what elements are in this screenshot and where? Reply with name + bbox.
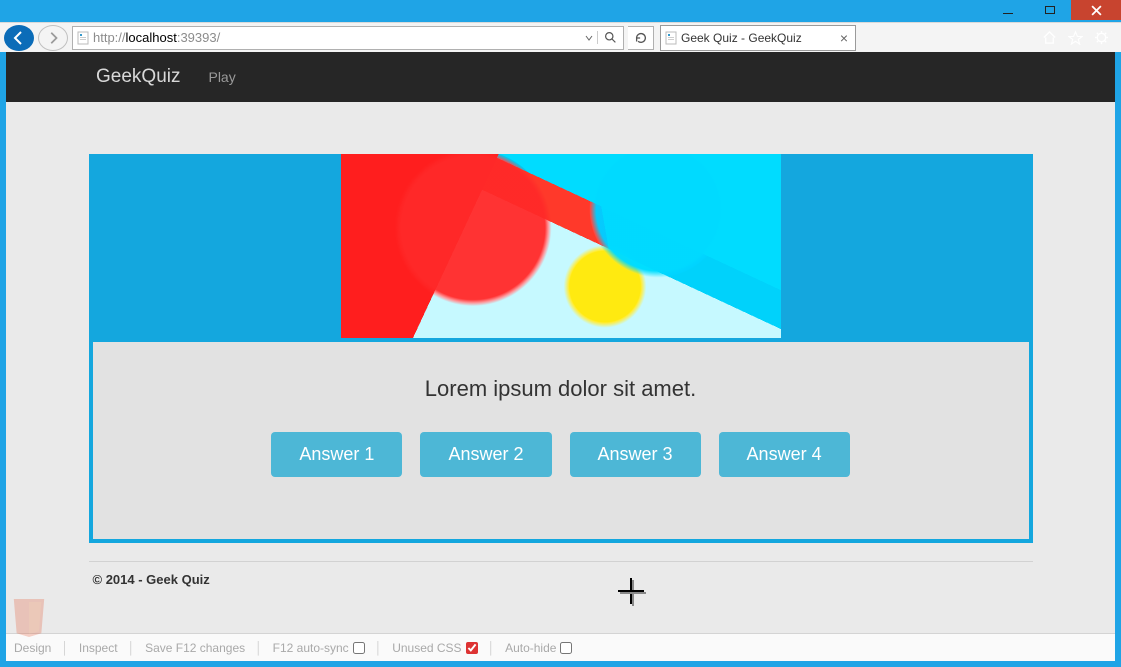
dev-sep: │ <box>255 641 263 655</box>
html5-badge-icon <box>10 597 48 641</box>
answers-row: Answer 1 Answer 2 Answer 3 Answer 4 <box>113 432 1009 477</box>
dev-autosync-label: F12 auto-sync <box>273 641 349 655</box>
browser-window: http://localhost:39393/ Geek Quiz - Geek… <box>0 0 1121 667</box>
address-bar[interactable]: http://localhost:39393/ <box>72 26 624 50</box>
hero-image <box>341 154 781 338</box>
dev-toolbar: Design │ Inspect │ Save F12 changes │ F1… <box>6 633 1115 661</box>
search-icon[interactable] <box>597 31 623 44</box>
browser-tab[interactable]: Geek Quiz - GeekQuiz × <box>660 25 856 51</box>
page-favicon-icon <box>73 31 93 45</box>
dev-sep: │ <box>128 641 136 655</box>
dev-autohide-label: Auto-hide <box>505 641 556 655</box>
tab-close-button[interactable]: × <box>833 30 855 46</box>
tab-title: Geek Quiz - GeekQuiz <box>681 31 833 45</box>
answer-button-4[interactable]: Answer 4 <box>719 432 850 477</box>
dev-autosync-toggle[interactable]: F12 auto-sync <box>273 641 365 655</box>
window-minimize-button[interactable] <box>987 0 1029 20</box>
page-viewport: GeekQuiz Play Lorem ipsum dolor sit amet… <box>6 52 1115 661</box>
hero-banner <box>89 154 1033 338</box>
page-content: Lorem ipsum dolor sit amet. Answer 1 Ans… <box>6 102 1115 633</box>
dev-autohide-checkbox[interactable] <box>560 642 572 654</box>
address-bar-text: http://localhost:39393/ <box>93 30 581 45</box>
url-host: localhost <box>126 30 177 45</box>
favorites-icon[interactable] <box>1067 30 1083 46</box>
dev-unused-toggle[interactable]: Unused CSS <box>392 641 477 655</box>
nav-forward-button[interactable] <box>38 25 68 51</box>
window-titlebar <box>0 0 1121 22</box>
brand-logo[interactable]: GeekQuiz <box>96 66 180 88</box>
dev-sep: │ <box>488 641 496 655</box>
dev-unused-label: Unused CSS <box>392 641 461 655</box>
window-maximize-button[interactable] <box>1029 0 1071 20</box>
dev-autohide-toggle[interactable]: Auto-hide <box>505 641 572 655</box>
dev-sep: │ <box>375 641 383 655</box>
browser-toolbar: http://localhost:39393/ Geek Quiz - Geek… <box>0 22 1121 52</box>
tools-icon[interactable] <box>1093 30 1109 46</box>
nav-back-button[interactable] <box>4 25 34 51</box>
dev-inspect-button[interactable]: Inspect <box>79 641 118 655</box>
window-close-button[interactable] <box>1071 0 1121 20</box>
dev-autosync-checkbox[interactable] <box>353 642 365 654</box>
answer-button-3[interactable]: Answer 3 <box>570 432 701 477</box>
question-text: Lorem ipsum dolor sit amet. <box>113 376 1009 402</box>
answer-button-2[interactable]: Answer 2 <box>420 432 551 477</box>
answer-button-1[interactable]: Answer 1 <box>271 432 402 477</box>
refresh-button[interactable] <box>628 26 654 50</box>
address-dropdown-icon[interactable] <box>581 34 597 42</box>
nav-play-link[interactable]: Play <box>208 69 235 85</box>
dev-sep: │ <box>61 641 69 655</box>
browser-command-icons <box>1041 30 1117 46</box>
home-icon[interactable] <box>1041 30 1057 46</box>
quiz-panel: Lorem ipsum dolor sit amet. Answer 1 Ans… <box>89 338 1033 543</box>
site-navbar: GeekQuiz Play <box>6 52 1115 102</box>
dev-unused-checkbox[interactable] <box>466 642 478 654</box>
dev-save-button[interactable]: Save F12 changes <box>145 641 245 655</box>
dev-design-button[interactable]: Design <box>14 641 51 655</box>
page-footer: © 2014 - Geek Quiz <box>89 562 1033 587</box>
tab-favicon-icon <box>661 31 681 45</box>
url-port-path: :39393/ <box>177 30 220 45</box>
url-scheme: http:// <box>93 30 126 45</box>
